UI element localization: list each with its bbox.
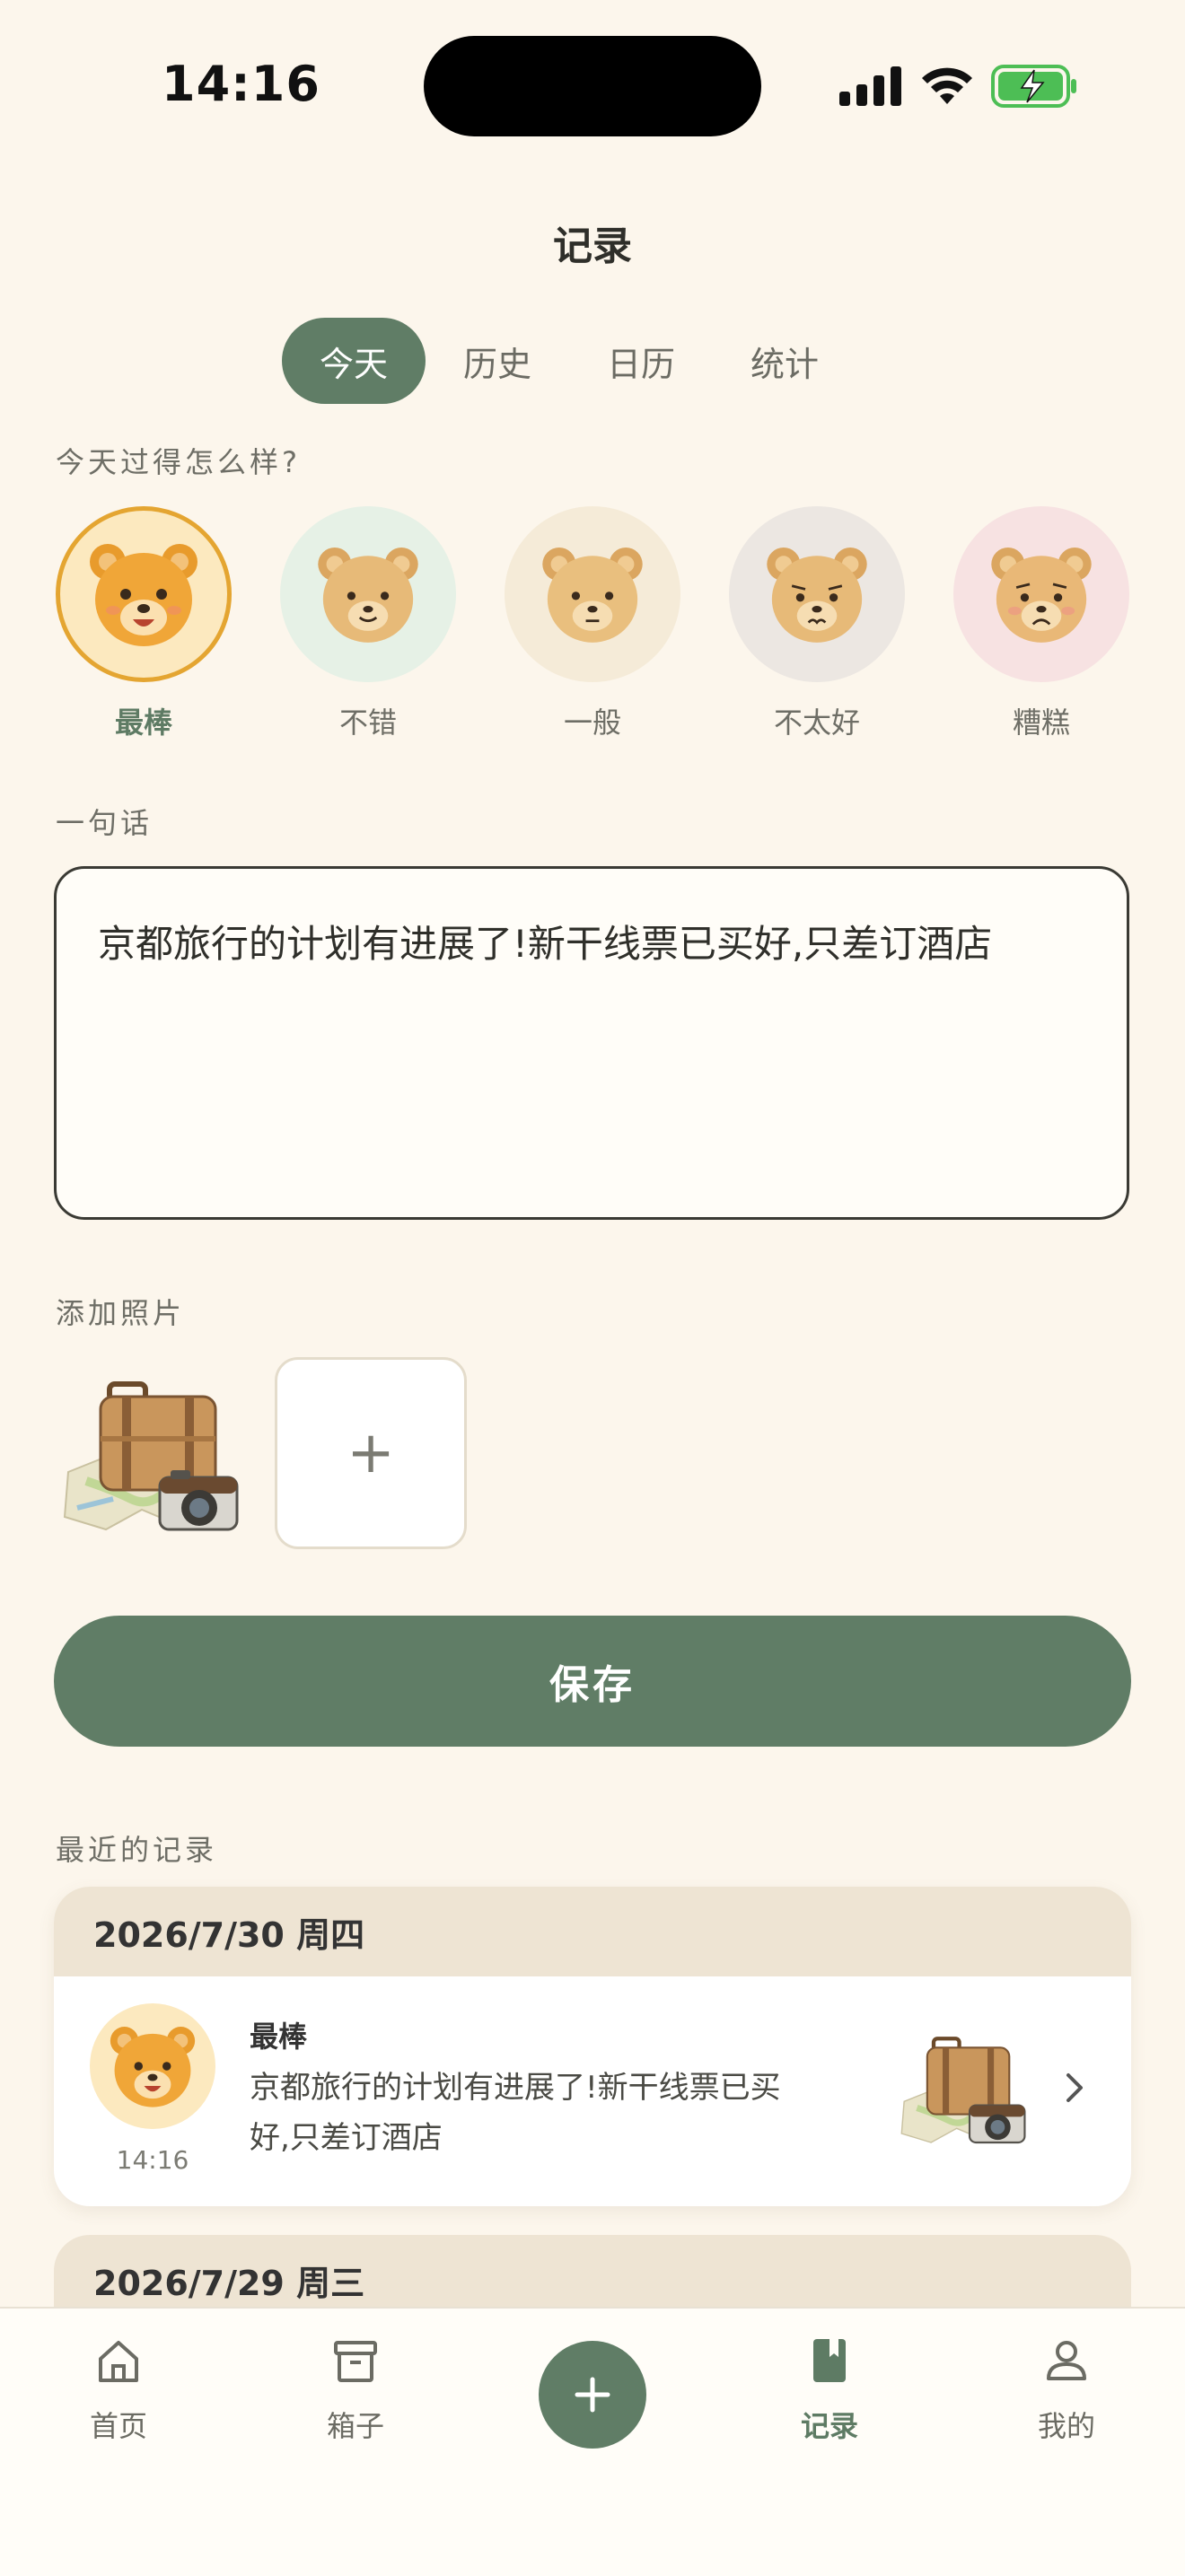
- tab-stats[interactable]: 统计: [713, 318, 856, 404]
- travel-photo-thumbnail[interactable]: [59, 1364, 248, 1544]
- status-time: 14:16: [162, 56, 320, 112]
- record-text-line2: 好,只差订酒店: [250, 2120, 443, 2156]
- record-mood-label: 最棒: [250, 2020, 308, 2054]
- page-title: 记录: [553, 223, 632, 269]
- mood-option-good[interactable]: 不错: [278, 506, 458, 741]
- segmented-tabs: 今天 历史 日历 统计: [282, 318, 856, 404]
- record-text-line1: 京都旅行的计划有进展了!新干线票已买: [250, 2070, 781, 2106]
- mood-option-not-great[interactable]: 不太好: [727, 506, 907, 741]
- record-mood-avatar: [90, 2003, 215, 2129]
- recent-records-label: 最近的记录: [56, 1833, 218, 1867]
- mood-circle: [505, 506, 680, 682]
- happy-bear-icon: [110, 2027, 196, 2107]
- cellular-signal-icon: [839, 66, 901, 106]
- mood-option-okay[interactable]: 一般: [503, 506, 682, 741]
- nav-label: 我的: [1037, 2409, 1095, 2443]
- nav-records[interactable]: 记录: [758, 2334, 901, 2445]
- mood-label: 糟糕: [1012, 705, 1070, 740]
- mood-label: 不太好: [773, 705, 860, 740]
- mood-label: 一般: [563, 705, 621, 740]
- add-photo-button[interactable]: +: [275, 1357, 467, 1549]
- worried-bear-icon: [767, 548, 867, 643]
- save-button[interactable]: 保存: [54, 1616, 1131, 1747]
- chevron-right-icon: [1066, 2073, 1083, 2102]
- tab-calendar[interactable]: 日历: [569, 318, 713, 404]
- home-icon: [99, 2341, 138, 2382]
- add-photo-label: 添加照片: [56, 1296, 186, 1330]
- neutral-bear-icon: [542, 548, 643, 643]
- sad-bear-icon: [991, 548, 1092, 643]
- tab-today[interactable]: 今天: [282, 318, 426, 404]
- nav-home[interactable]: 首页: [47, 2334, 190, 2445]
- nav-profile[interactable]: 我的: [995, 2334, 1138, 2445]
- person-icon: [1047, 2341, 1086, 2380]
- mood-option-best[interactable]: 最棒: [54, 506, 233, 741]
- record-time: 14:16: [116, 2145, 189, 2175]
- happy-bear-icon: [90, 544, 198, 646]
- plus-icon: +: [347, 1420, 395, 1486]
- mood-label: 最棒: [114, 705, 172, 740]
- record-photo-thumbnail: [900, 2037, 1026, 2144]
- wifi-icon: [922, 67, 972, 104]
- dynamic-island: [424, 36, 761, 136]
- mood-circle: [729, 506, 905, 682]
- record-date: 2026/7/30 周四: [54, 1887, 1131, 1976]
- box-icon: [334, 2341, 377, 2382]
- add-record-fab[interactable]: [539, 2341, 646, 2449]
- mood-circle: [56, 506, 232, 682]
- bookmark-book-icon: [813, 2339, 846, 2382]
- mood-option-bad[interactable]: 糟糕: [952, 506, 1131, 741]
- nav-box[interactable]: 箱子: [284, 2334, 427, 2445]
- nav-label: 首页: [89, 2409, 147, 2443]
- note-label: 一句话: [56, 806, 154, 840]
- nav-label: 箱子: [326, 2409, 384, 2443]
- mood-question-label: 今天过得怎么样?: [56, 445, 301, 479]
- mood-label: 不错: [338, 705, 397, 740]
- battery-charging-icon: [991, 65, 1076, 108]
- mood-circle: [280, 506, 456, 682]
- mood-circle: [953, 506, 1129, 682]
- nav-label: 记录: [800, 2409, 858, 2443]
- plus-icon: [575, 2377, 610, 2413]
- smiling-bear-icon: [318, 548, 418, 643]
- record-card[interactable]: 2026/7/30 周四 14:16 最棒 京都旅行的计划有进展了!新干线票已买…: [54, 1887, 1131, 2206]
- note-textarea[interactable]: 京都旅行的计划有进展了!新干线票已买好,只差订酒店: [54, 866, 1129, 1220]
- tab-history[interactable]: 历史: [426, 318, 569, 404]
